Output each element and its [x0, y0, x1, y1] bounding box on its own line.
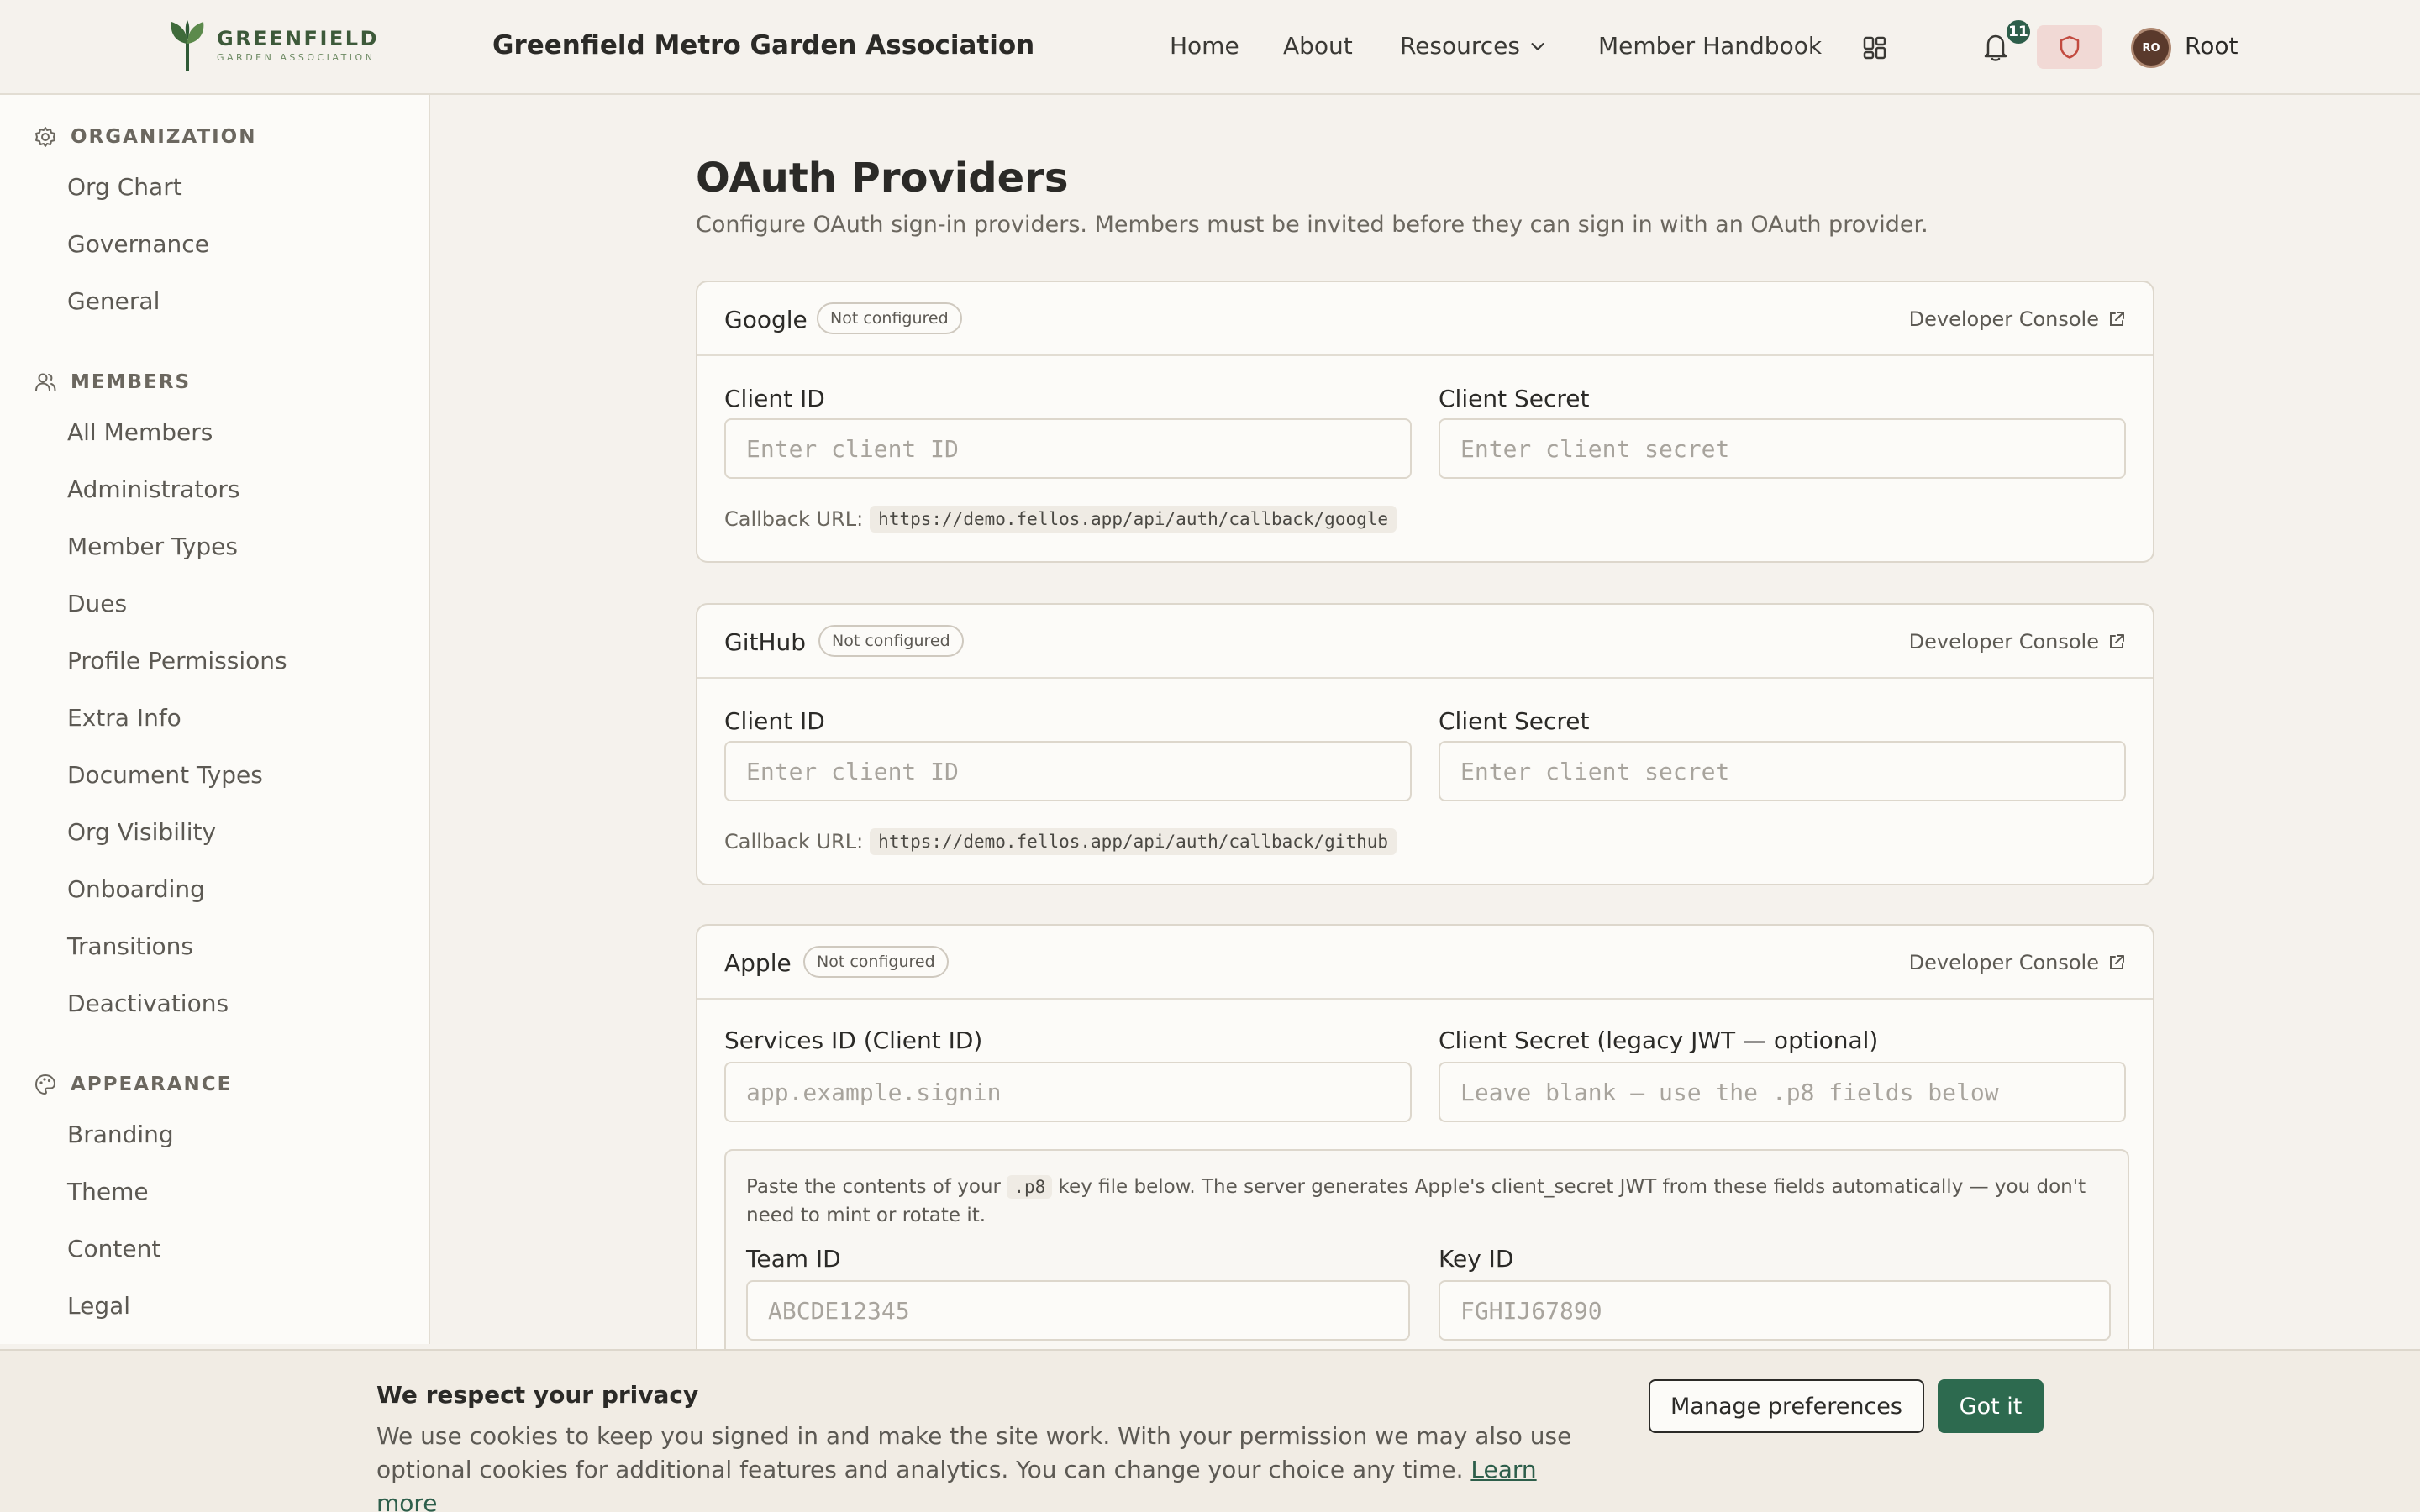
nav-resources-label: Resources [1400, 32, 1520, 60]
palette-icon [35, 1074, 55, 1095]
p8-extension: .p8 [1007, 1175, 1053, 1199]
p8-text-pre: Paste the contents of your [746, 1176, 1007, 1198]
card-header: GitHub Not configured Developer Console [697, 605, 2153, 679]
callback-label: Callback URL: [724, 507, 864, 531]
sidebar-item-dues[interactable]: Dues [67, 590, 127, 617]
sidebar-item-transitions[interactable]: Transitions [67, 932, 193, 960]
client-id-label: Client ID [724, 707, 825, 735]
sprout-logo-icon [171, 20, 204, 71]
status-badge: Not configured [803, 946, 949, 978]
sidebar-item-branding[interactable]: Branding [67, 1121, 174, 1148]
sidebar-item-content[interactable]: Content [67, 1235, 160, 1263]
admin-shield-button[interactable] [2037, 25, 2102, 69]
shield-icon [2060, 35, 2080, 59]
sidebar-item-onboarding[interactable]: Onboarding [67, 875, 205, 903]
settings-sidebar: ORGANIZATION Org Chart Governance Genera… [0, 95, 430, 1344]
sidebar-heading-appearance: APPEARANCE [34, 1073, 232, 1096]
apple-key-id-input[interactable] [1439, 1280, 2111, 1341]
nav-resources[interactable]: Resources [1400, 32, 1547, 60]
cookie-body: We use cookies to keep you signed in and… [376, 1420, 1603, 1512]
nav-home[interactable]: Home [1170, 32, 1239, 60]
site-title[interactable]: Greenfield Metro Garden Association [492, 30, 1034, 60]
external-link-icon [2110, 955, 2124, 969]
google-client-id-input[interactable] [724, 418, 1412, 479]
provider-name: Apple [724, 949, 792, 977]
sidebar-item-deactivations[interactable]: Deactivations [67, 990, 229, 1017]
key-id-label: Key ID [1439, 1245, 1514, 1273]
page-subtitle: Configure OAuth sign-in providers. Membe… [696, 212, 1928, 238]
cookie-body-text: We use cookies to keep you signed in and… [376, 1422, 1572, 1483]
provider-card-github: GitHub Not configured Developer Console … [696, 603, 2154, 885]
p8-instructions: Paste the contents of your .p8 key file … [746, 1173, 2107, 1230]
top-header: GREENFIELD GARDEN ASSOCIATION Greenfield… [0, 0, 2420, 95]
got-it-button[interactable]: Got it [1938, 1379, 2044, 1433]
logo-name: GREENFIELD [217, 27, 379, 50]
sidebar-heading-label: ORGANIZATION [71, 126, 257, 148]
sidebar-item-org-visibility[interactable]: Org Visibility [67, 818, 216, 846]
sidebar-item-administrators[interactable]: Administrators [67, 475, 239, 503]
sidebar-item-general[interactable]: General [67, 287, 160, 315]
developer-console-link[interactable]: Developer Console [1909, 307, 2126, 331]
gear-icon [35, 127, 55, 147]
card-header: Apple Not configured Developer Console [697, 926, 2153, 1000]
sidebar-item-member-types[interactable]: Member Types [67, 533, 238, 560]
apps-grid-icon[interactable] [1862, 35, 1887, 60]
sidebar-heading-members: MEMBERS [34, 370, 191, 394]
developer-console-label: Developer Console [1908, 951, 2099, 974]
client-secret-legacy-label: Client Secret (legacy JWT — optional) [1439, 1026, 1879, 1054]
sidebar-item-profile-permissions[interactable]: Profile Permissions [67, 647, 287, 675]
client-id-label: Client ID [724, 385, 825, 412]
user-name[interactable]: Root [2185, 32, 2238, 60]
provider-name: Google [724, 306, 808, 333]
sidebar-item-governance[interactable]: Governance [67, 230, 209, 258]
apple-team-id-input[interactable] [746, 1280, 1410, 1341]
client-secret-label: Client Secret [1439, 707, 1590, 735]
sidebar-item-extra-info[interactable]: Extra Info [67, 704, 182, 732]
manage-preferences-button[interactable]: Manage preferences [1649, 1379, 1924, 1433]
apple-client-secret-input[interactable] [1439, 1062, 2126, 1122]
page-title: OAuth Providers [696, 155, 1069, 202]
google-client-secret-input[interactable] [1439, 418, 2126, 479]
sidebar-heading-organization: ORGANIZATION [34, 125, 257, 149]
provider-card-google: Google Not configured Developer Console … [696, 281, 2154, 563]
team-id-label: Team ID [746, 1245, 841, 1273]
external-link-icon [2110, 312, 2124, 326]
developer-console-link[interactable]: Developer Console [1909, 630, 2126, 654]
developer-console-link[interactable]: Developer Console [1909, 951, 2126, 974]
notification-badge: 11 [2005, 18, 2032, 45]
nav-about[interactable]: About [1283, 32, 1353, 60]
sidebar-item-org-chart[interactable]: Org Chart [67, 173, 182, 201]
sidebar-item-all-members[interactable]: All Members [67, 418, 213, 446]
apple-services-id-input[interactable] [724, 1062, 1412, 1122]
logo-subtitle: GARDEN ASSOCIATION [217, 52, 376, 63]
github-client-id-input[interactable] [724, 741, 1412, 801]
provider-name: GitHub [724, 628, 807, 656]
callback-url-value[interactable]: https://demo.fellos.app/api/auth/callbac… [870, 828, 1397, 855]
card-header: Google Not configured Developer Console [697, 282, 2153, 356]
avatar[interactable]: RO [2131, 28, 2171, 68]
developer-console-label: Developer Console [1908, 630, 2099, 654]
status-badge: Not configured [818, 625, 964, 657]
callback-url: Callback URL: https://demo.fellos.app/ap… [724, 506, 1397, 533]
logo[interactable]: GREENFIELD GARDEN ASSOCIATION [166, 18, 379, 72]
sidebar-item-legal[interactable]: Legal [67, 1292, 130, 1320]
status-badge: Not configured [817, 302, 962, 334]
sidebar-heading-label: APPEARANCE [71, 1074, 233, 1095]
client-secret-label: Client Secret [1439, 385, 1590, 412]
sidebar-heading-label: MEMBERS [71, 371, 192, 393]
cookie-title: We respect your privacy [376, 1381, 699, 1409]
external-link-icon [2110, 634, 2124, 648]
chevron-down-icon [1531, 42, 1544, 50]
sidebar-item-theme[interactable]: Theme [67, 1178, 149, 1205]
services-id-label: Services ID (Client ID) [724, 1026, 983, 1054]
developer-console-label: Developer Console [1908, 307, 2099, 331]
cookie-consent-banner: We respect your privacy We use cookies t… [0, 1349, 2420, 1512]
callback-url: Callback URL: https://demo.fellos.app/ap… [724, 828, 1397, 855]
github-client-secret-input[interactable] [1439, 741, 2126, 801]
users-icon [35, 373, 56, 391]
sidebar-item-document-types[interactable]: Document Types [67, 761, 263, 789]
callback-label: Callback URL: [724, 830, 864, 853]
nav-member-handbook[interactable]: Member Handbook [1598, 32, 1822, 60]
callback-url-value[interactable]: https://demo.fellos.app/api/auth/callbac… [870, 506, 1397, 533]
